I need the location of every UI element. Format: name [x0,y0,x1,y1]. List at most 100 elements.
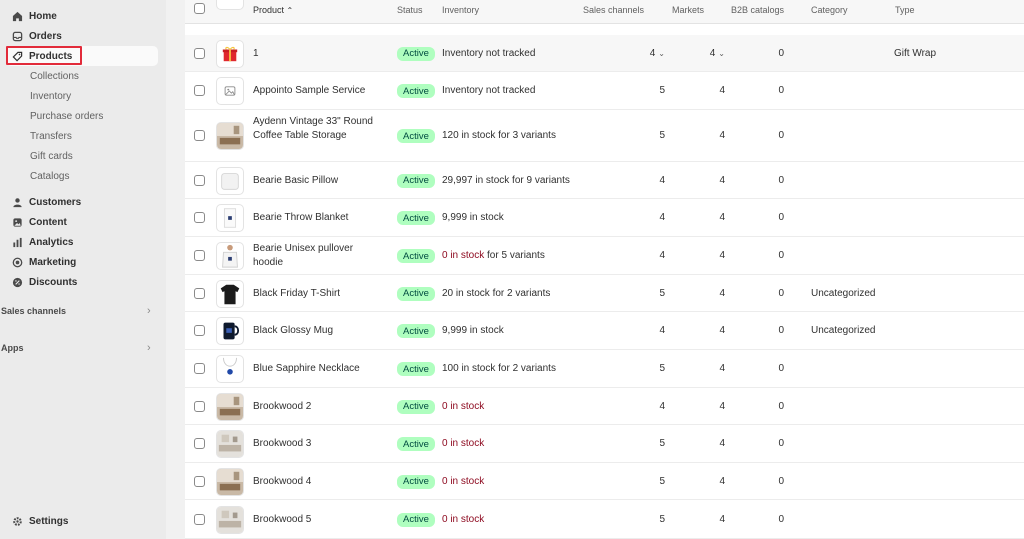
product-name[interactable]: Brookwood 4 [253,475,378,489]
nav-analytics[interactable]: Analytics [6,232,158,252]
row-checkbox[interactable] [194,513,205,525]
row-checkbox[interactable] [194,85,205,96]
markets-count[interactable]: 4 [685,175,725,186]
markets-count[interactable]: 4 ⌄ [685,48,725,59]
product-name[interactable]: 1 [253,47,378,61]
table-row[interactable]: Brookwood 2 Active 0 in stock 4 4 0 [185,388,1024,425]
apps-label[interactable]: Apps [1,343,24,353]
product-name[interactable]: Bearie Unisex pullover hoodie [253,242,378,270]
product-thumbnail[interactable] [216,77,244,105]
header-sales-channels[interactable]: Sales channels [583,5,644,15]
nav-inventory[interactable]: Inventory [30,88,71,104]
product-name[interactable]: Appointo Sample Service [253,84,378,98]
table-row[interactable]: Black Glossy Mug Active 9,999 in stock 4… [185,312,1024,350]
product-thumbnail[interactable] [216,467,244,496]
markets-count[interactable]: 4 [685,250,725,261]
header-markets[interactable]: Markets [672,5,704,15]
apps-chevron-icon[interactable]: › [147,342,151,354]
product-thumbnail[interactable] [216,430,244,458]
nav-catalogs[interactable]: Catalogs [30,168,69,184]
markets-count[interactable]: 4 [685,212,725,223]
product-name[interactable]: Brookwood 5 [253,513,378,527]
row-checkbox[interactable] [194,47,205,59]
nav-orders[interactable]: Orders [6,26,158,46]
product-thumbnail[interactable] [216,317,244,345]
table-row[interactable]: Bearie Basic Pillow Active 29,997 in sto… [185,162,1024,199]
sales-channels-label[interactable]: Sales channels [1,306,66,316]
nav-transfers[interactable]: Transfers [30,128,72,144]
product-name[interactable]: Brookwood 3 [253,437,378,451]
product-name[interactable]: Black Friday T-Shirt [253,287,378,301]
chevron-down-icon[interactable]: ⌄ [718,49,725,58]
product-name[interactable]: Blue Sapphire Necklace [253,362,378,376]
product-thumbnail[interactable] [216,392,244,421]
sales-channels-count[interactable]: 5 [625,438,665,449]
markets-count[interactable]: 4 [685,401,725,412]
table-row[interactable]: Bearie Throw Blanket Active 9,999 in sto… [185,199,1024,237]
markets-count[interactable]: 4 [685,514,725,525]
product-name[interactable]: Brookwood 2 [253,400,378,414]
row-checkbox[interactable] [194,174,205,186]
nav-discounts[interactable]: Discounts [6,272,158,292]
sales-channels-count[interactable]: 5 [625,288,665,299]
markets-count[interactable]: 4 [685,325,725,336]
product-name[interactable]: Black Glossy Mug [253,324,378,338]
product-thumbnail[interactable] [216,279,244,308]
sales-channels-count[interactable]: 4 [625,401,665,412]
sales-channels-count[interactable]: 5 [625,85,665,96]
nav-gift-cards[interactable]: Gift cards [30,148,73,164]
nav-home[interactable]: Home [6,6,158,26]
nav-customers[interactable]: Customers [6,192,158,212]
sales-channels-count[interactable]: 5 [625,130,665,141]
markets-count[interactable]: 4 [685,130,725,141]
markets-count[interactable]: 4 [685,476,725,487]
sales-channels-count[interactable]: 4 ⌄ [625,48,665,59]
product-thumbnail[interactable] [216,355,244,383]
table-row[interactable]: 1 Active Inventory not tracked 4 ⌄ 4 ⌄ 0 G… [185,35,1024,72]
row-checkbox[interactable] [194,400,205,412]
row-checkbox[interactable] [194,287,205,299]
product-name[interactable]: Aydenn Vintage 33" Round Coffee Table St… [253,115,378,143]
table-row[interactable]: Brookwood 3 Active 0 in stock 5 4 0 [185,425,1024,463]
markets-count[interactable]: 4 [685,363,725,374]
nav-purchase-orders[interactable]: Purchase orders [30,108,103,124]
product-thumbnail[interactable] [216,39,244,68]
product-name[interactable]: Bearie Throw Blanket [253,211,378,225]
header-type[interactable]: Type [895,5,915,15]
sales-channels-count[interactable]: 4 [625,175,665,186]
chevron-down-icon[interactable]: ⌄ [658,49,665,58]
sales-channels-count[interactable]: 4 [625,325,665,336]
sales-channels-count[interactable]: 5 [625,363,665,374]
markets-count[interactable]: 4 [685,85,725,96]
nav-collections[interactable]: Collections [30,68,79,84]
header-b2b-catalogs[interactable]: B2B catalogs [731,5,784,15]
row-checkbox[interactable] [194,130,205,141]
table-row[interactable]: Brookwood 5 Active 0 in stock 5 4 0 [185,500,1024,539]
sales-channels-count[interactable]: 4 [625,212,665,223]
row-checkbox[interactable] [194,475,205,487]
row-checkbox[interactable] [194,325,205,336]
product-thumbnail[interactable] [216,166,244,195]
table-row[interactable]: Aydenn Vintage 33" Round Coffee Table St… [185,110,1024,162]
row-checkbox[interactable] [194,212,205,223]
sales-channels-count[interactable]: 4 [625,250,665,261]
nav-settings[interactable]: Settings [6,511,158,531]
sales-channels-chevron-icon[interactable]: › [147,305,151,317]
nav-content[interactable]: Content [6,212,158,232]
sales-channels-count[interactable]: 5 [625,476,665,487]
header-status[interactable]: Status [397,5,423,15]
sales-channels-count[interactable]: 5 [625,514,665,525]
product-thumbnail[interactable] [216,122,244,150]
product-thumbnail[interactable] [216,242,244,270]
nav-marketing[interactable]: Marketing [6,252,158,272]
product-name[interactable]: Bearie Basic Pillow [253,174,378,188]
header-category[interactable]: Category [811,5,848,15]
markets-count[interactable]: 4 [685,288,725,299]
table-row[interactable]: Brookwood 4 Active 0 in stock 5 4 0 [185,463,1024,500]
table-row[interactable]: Blue Sapphire Necklace Active 100 in sto… [185,350,1024,388]
header-inventory[interactable]: Inventory [442,5,479,15]
header-product[interactable]: Product ⌃ [253,5,293,15]
markets-count[interactable]: 4 [685,438,725,449]
product-thumbnail[interactable] [216,505,244,534]
table-row[interactable]: Appointo Sample Service Active Inventory… [185,72,1024,110]
